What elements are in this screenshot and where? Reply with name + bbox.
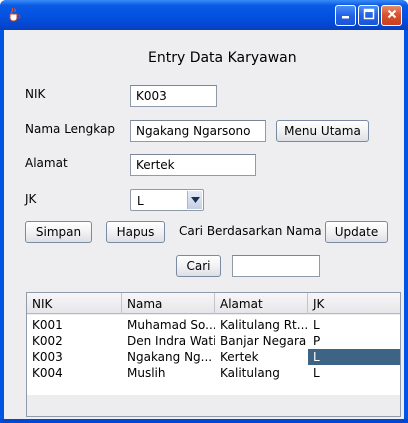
cell-nik[interactable]: K004 <box>27 365 122 381</box>
cell-nik[interactable]: K001 <box>27 317 122 333</box>
table-row[interactable]: K001 Muhamad So... Kalitulang Rt.... L <box>27 317 400 333</box>
nik-label: NIK <box>25 87 46 101</box>
alamat-field[interactable]: Kertek <box>130 154 256 176</box>
table-body: K001 Muhamad So... Kalitulang Rt.... L K… <box>27 315 400 395</box>
cell-nama[interactable]: Muhamad So... <box>122 317 215 333</box>
jk-selected-value: L <box>137 194 144 208</box>
table-row[interactable]: K004 Muslih Kalitulang L <box>27 365 400 381</box>
cell-jk-selected[interactable]: L <box>308 349 400 365</box>
jk-label: JK <box>25 192 37 206</box>
simpan-button[interactable]: Simpan <box>25 221 92 243</box>
column-header-nama[interactable]: Nama <box>122 293 215 314</box>
maximize-button[interactable] <box>358 5 379 26</box>
cell-alamat[interactable]: Kalitulang Rt.... <box>215 317 308 333</box>
cell-nik[interactable]: K002 <box>27 333 122 349</box>
hapus-button[interactable]: Hapus <box>106 221 165 243</box>
table-header: NIK Nama Alamat JK <box>27 293 400 314</box>
java-coffee-icon[interactable] <box>6 7 22 23</box>
menu-utama-button[interactable]: Menu Utama <box>276 120 369 142</box>
window-frame-bottom <box>0 419 408 423</box>
nama-field[interactable]: Ngakang Ngarsono <box>130 120 266 142</box>
nik-field[interactable]: K003 <box>130 85 217 107</box>
employee-table[interactable]: NIK Nama Alamat JK K001 Muhamad So... Ka… <box>26 292 401 417</box>
page-title: Entry Data Karyawan <box>148 50 297 66</box>
app-window: Entry Data Karyawan NIK K003 Nama Lengka… <box>0 0 408 423</box>
close-icon <box>386 8 398 23</box>
jk-select[interactable]: L <box>130 189 204 211</box>
cell-nama[interactable]: Ngakang Ng... <box>122 349 215 365</box>
cell-alamat[interactable]: Kalitulang <box>215 365 308 381</box>
close-button[interactable] <box>381 5 402 26</box>
cari-button[interactable]: Cari <box>176 255 221 277</box>
form-panel: Entry Data Karyawan NIK K003 Nama Lengka… <box>4 30 404 419</box>
cell-jk[interactable]: L <box>308 317 400 333</box>
column-header-jk[interactable]: JK <box>308 293 400 314</box>
cell-nik[interactable]: K003 <box>27 349 122 365</box>
column-header-alamat[interactable]: Alamat <box>215 293 308 314</box>
search-label: Cari Berdasarkan Nama <box>179 224 322 238</box>
nama-label: Nama Lengkap <box>25 122 115 136</box>
minimize-button[interactable] <box>335 5 356 26</box>
column-header-nik[interactable]: NIK <box>27 293 122 314</box>
cell-jk[interactable]: L <box>308 365 400 381</box>
cell-nama[interactable]: Muslih <box>122 365 215 381</box>
table-row[interactable]: K003 Ngakang Ng... Kertek L <box>27 349 400 365</box>
alamat-label: Alamat <box>25 156 68 170</box>
table-row[interactable]: K002 Den Indra Wati Banjar Negara P <box>27 333 400 349</box>
minimize-icon <box>340 8 352 23</box>
search-input[interactable] <box>232 255 320 277</box>
cell-nama[interactable]: Den Indra Wati <box>122 333 215 349</box>
maximize-icon <box>363 8 375 23</box>
cell-alamat[interactable]: Kertek <box>215 349 308 365</box>
chevron-down-icon[interactable] <box>187 191 202 209</box>
update-button[interactable]: Update <box>325 221 388 243</box>
cell-jk[interactable]: P <box>308 333 400 349</box>
title-bar[interactable] <box>0 0 408 30</box>
cell-alamat[interactable]: Banjar Negara <box>215 333 308 349</box>
